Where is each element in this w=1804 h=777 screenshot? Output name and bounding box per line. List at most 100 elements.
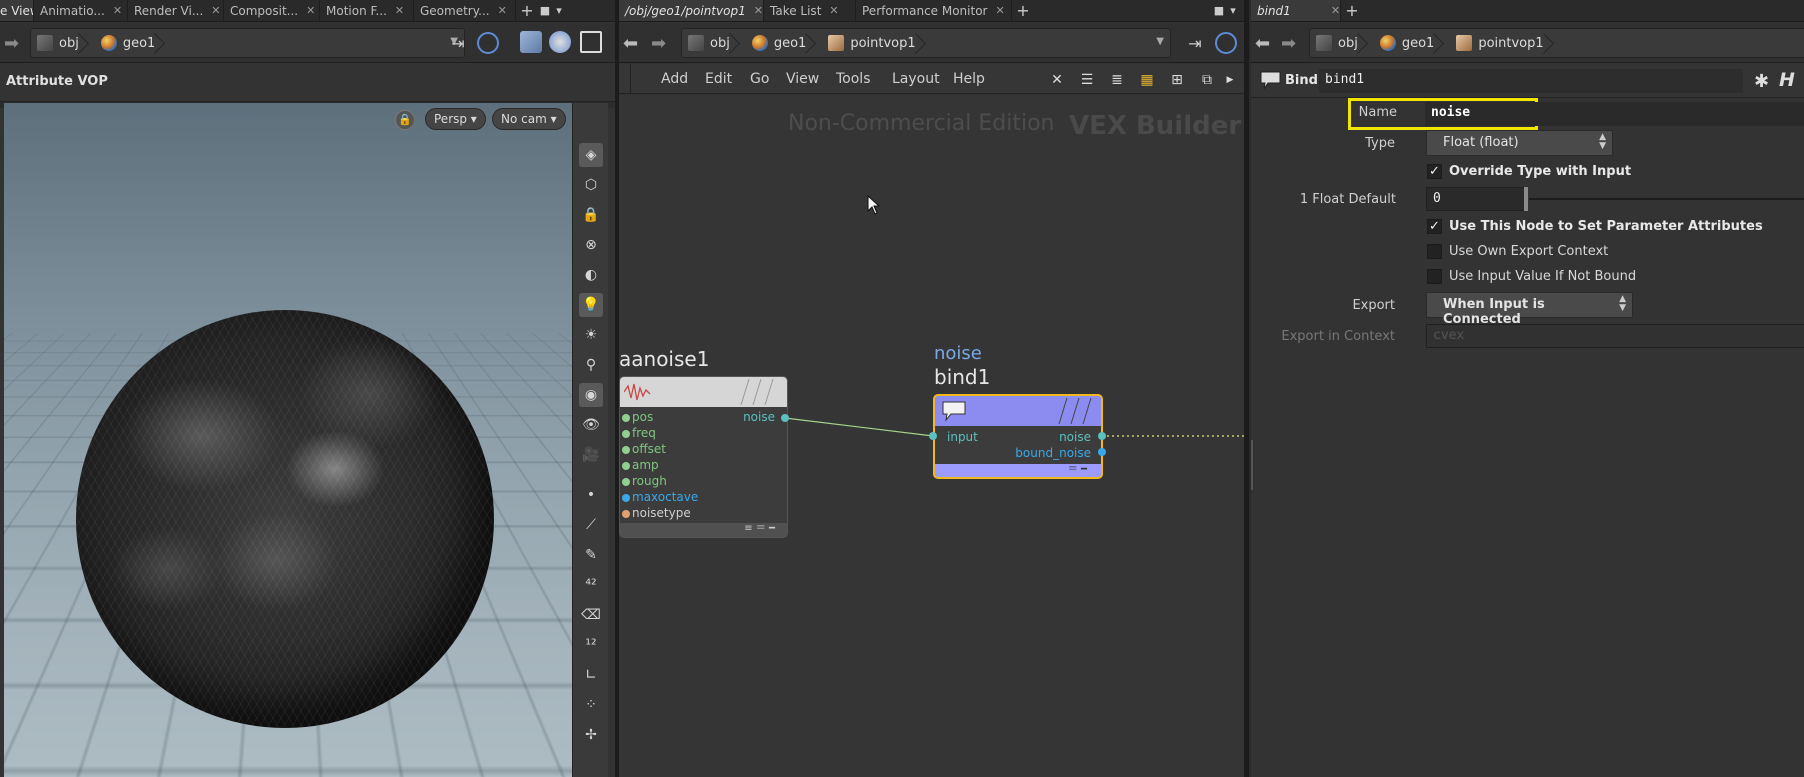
close-icon[interactable]: ✕ <box>829 4 838 17</box>
close-icon[interactable]: ✕ <box>306 4 315 17</box>
input-value-checkbox[interactable] <box>1427 269 1442 284</box>
point-light-icon[interactable]: ⚲ <box>579 353 603 377</box>
3d-viewport[interactable] <box>4 103 572 777</box>
port-dot[interactable] <box>622 510 630 518</box>
crumb-geo1[interactable]: geo1 <box>87 29 163 57</box>
menu-edit[interactable]: Edit <box>705 71 732 87</box>
input-dot[interactable] <box>929 432 937 440</box>
menu-add[interactable]: Add <box>661 71 688 87</box>
add-tab-icon[interactable]: + <box>516 0 538 21</box>
lock-camera-icon[interactable]: 🔒 <box>395 110 415 130</box>
close-icon[interactable]: ✕ <box>498 4 507 17</box>
light-icon[interactable]: 💡 <box>579 293 603 317</box>
crumb-pointvop1[interactable]: pointvop1 <box>814 29 923 57</box>
node-name-field[interactable]: bind1 <box>1319 69 1743 93</box>
tab-motion-fx[interactable]: Motion F... ✕ <box>320 0 414 21</box>
maximize-icon[interactable]: ■ <box>1212 0 1226 21</box>
flags-icon[interactable] <box>1053 398 1093 424</box>
maximize-icon[interactable]: ■ <box>538 0 552 21</box>
close-icon[interactable]: ✕ <box>113 4 122 17</box>
headlight-icon[interactable]: ☀ <box>579 323 603 347</box>
pin-icon[interactable]: ⇥ <box>448 34 468 54</box>
menu-layout[interactable]: Layout <box>892 71 940 87</box>
bind-node[interactable]: input noise bound_noise ＝ ━ <box>933 394 1103 479</box>
axes-icon[interactable]: ✢ <box>579 723 603 747</box>
tab-network-path[interactable]: /obj/geo1/pointvop1 ✕ <box>619 0 764 21</box>
pane-divider[interactable] <box>1244 0 1249 777</box>
node-footer[interactable]: ≡ ＝ ━ <box>620 523 787 537</box>
brush-icon[interactable]: ⟋ <box>579 513 603 537</box>
port-dot[interactable] <box>622 478 630 486</box>
angle-icon[interactable]: ∟ <box>579 663 603 687</box>
list-view-icon[interactable]: ≣ <box>1106 69 1128 91</box>
crumb-obj[interactable]: obj <box>31 29 87 57</box>
snap-icon[interactable]: ⬡ <box>579 173 603 197</box>
output-dot-bound-noise[interactable] <box>1098 448 1106 456</box>
display-icon[interactable]: ◐ <box>579 263 603 287</box>
chevron-down-icon[interactable]: ▾ <box>552 0 566 21</box>
number-tag-icon[interactable]: ¹² <box>579 633 603 657</box>
bind-node-header[interactable] <box>935 396 1101 426</box>
tab-performance-monitor[interactable]: Performance Monitor ✕ <box>856 0 1012 21</box>
back-arrow-icon[interactable]: ⬅ <box>1255 33 1270 54</box>
port-dot[interactable] <box>622 430 630 438</box>
tab-animation[interactable]: Animatio... ✕ <box>34 0 128 21</box>
shaded-icon[interactable]: ◉ <box>579 383 603 407</box>
output-dot-noise[interactable] <box>1098 432 1106 440</box>
color-palette-icon[interactable]: ▦ <box>1136 69 1158 91</box>
path-breadcrumb[interactable]: obj geo1 ▼ <box>30 28 465 58</box>
menu-help[interactable]: Help <box>953 71 985 87</box>
forward-arrow-icon[interactable]: ➡ <box>4 33 19 54</box>
crumb-geo1[interactable]: geo1 <box>1366 29 1442 57</box>
collapse-handle[interactable] <box>621 64 631 94</box>
close-icon[interactable]: ✕ <box>754 4 763 17</box>
close-icon[interactable]: ✕ <box>395 4 404 17</box>
tab-render-view[interactable]: Render Vi... ✕ <box>128 0 224 21</box>
name-field[interactable]: noise <box>1425 102 1804 126</box>
override-type-checkbox[interactable]: ✓ <box>1427 164 1442 179</box>
tab-bind1[interactable]: bind1 ✕ <box>1251 0 1341 21</box>
add-tab-icon[interactable]: + <box>1341 0 1363 21</box>
port-dot[interactable] <box>622 446 630 454</box>
node-footer[interactable]: ＝ ━ <box>935 464 1101 477</box>
port-dot[interactable] <box>622 462 630 470</box>
use-node-checkbox[interactable]: ✓ <box>1427 219 1442 234</box>
tree-view-icon[interactable]: ☰ <box>1076 69 1098 91</box>
chevron-down-icon[interactable]: ▼ <box>1156 36 1164 47</box>
expand-arrow-icon[interactable]: ▶ <box>1226 69 1234 91</box>
port-dot[interactable] <box>622 414 630 422</box>
type-dropdown[interactable]: Float (float) ▲ ▼ <box>1426 130 1613 156</box>
crumb-obj[interactable]: obj <box>1310 29 1366 57</box>
port-dot[interactable] <box>622 494 630 502</box>
display-options-icon[interactable] <box>580 31 602 53</box>
slider-track[interactable] <box>1529 198 1804 200</box>
eraser-icon[interactable]: ⌫ <box>579 603 603 627</box>
grid-icon[interactable]: ⊞ <box>1166 69 1188 91</box>
export-dropdown[interactable]: When Input is Connected ▲ ▼ <box>1426 292 1633 327</box>
tab-composite[interactable]: Composit... ✕ <box>224 0 320 21</box>
persp-dropdown[interactable]: Persp ▾ <box>425 108 486 130</box>
chevron-down-icon[interactable]: ▾ <box>1226 0 1240 21</box>
resize-handle[interactable] <box>1251 440 1253 490</box>
camera-dropdown[interactable]: No cam ▾ <box>492 108 566 130</box>
number-icon[interactable]: ⁴² <box>579 573 603 597</box>
close-icon[interactable]: ✕ <box>995 4 1004 17</box>
aanoise-node-header[interactable] <box>620 377 787 407</box>
wire-noise-to-input[interactable] <box>784 417 934 437</box>
gear-icon[interactable]: ✱ <box>1754 71 1769 92</box>
slider-handle[interactable] <box>1524 187 1528 211</box>
float-default-field[interactable]: 0 <box>1426 187 1526 211</box>
camera-icon[interactable]: 🎥 <box>579 443 603 467</box>
visibility-icon[interactable]: 👁 <box>579 413 603 437</box>
menu-tools[interactable]: Tools <box>836 71 871 87</box>
close-icon[interactable]: ✕ <box>1331 4 1340 17</box>
network-box-icon[interactable]: ⧉ <box>1196 69 1218 91</box>
crumb-obj[interactable]: obj <box>682 29 738 57</box>
back-arrow-icon[interactable]: ⬅ <box>623 33 638 54</box>
link-icon[interactable] <box>1215 32 1237 54</box>
menu-go[interactable]: Go <box>750 71 769 87</box>
network-canvas[interactable]: Non-Commercial Edition VEX Builder aanoi… <box>619 95 1244 777</box>
menu-view[interactable]: View <box>786 71 819 87</box>
output-dot-noise[interactable] <box>781 414 789 422</box>
crumb-pointvop1[interactable]: pointvop1 <box>1442 29 1551 57</box>
